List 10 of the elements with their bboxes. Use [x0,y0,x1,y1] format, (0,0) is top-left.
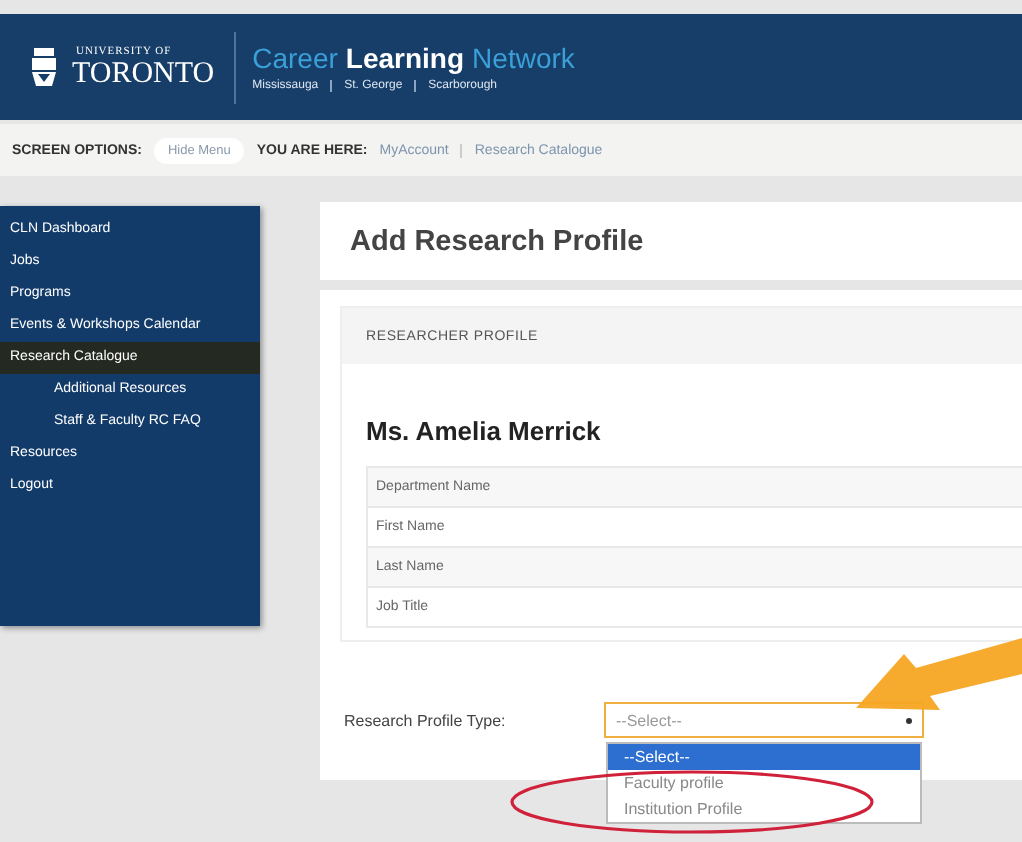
site-title: Career Learning Network [252,42,575,74]
dropdown-option[interactable]: --Select-- [608,744,920,770]
logo-title: TORONTO [72,57,215,89]
field-label: Research Profile Type: [342,712,508,730]
page-title: Add Research Profile [350,225,644,257]
dropdown-option[interactable]: Institution Profile [608,796,920,822]
caret-icon [906,717,912,723]
dropdown-option[interactable]: Faculty profile [608,770,920,796]
researcher-name: Ms. Amelia Merrick [366,416,603,446]
crest-icon [28,43,60,91]
